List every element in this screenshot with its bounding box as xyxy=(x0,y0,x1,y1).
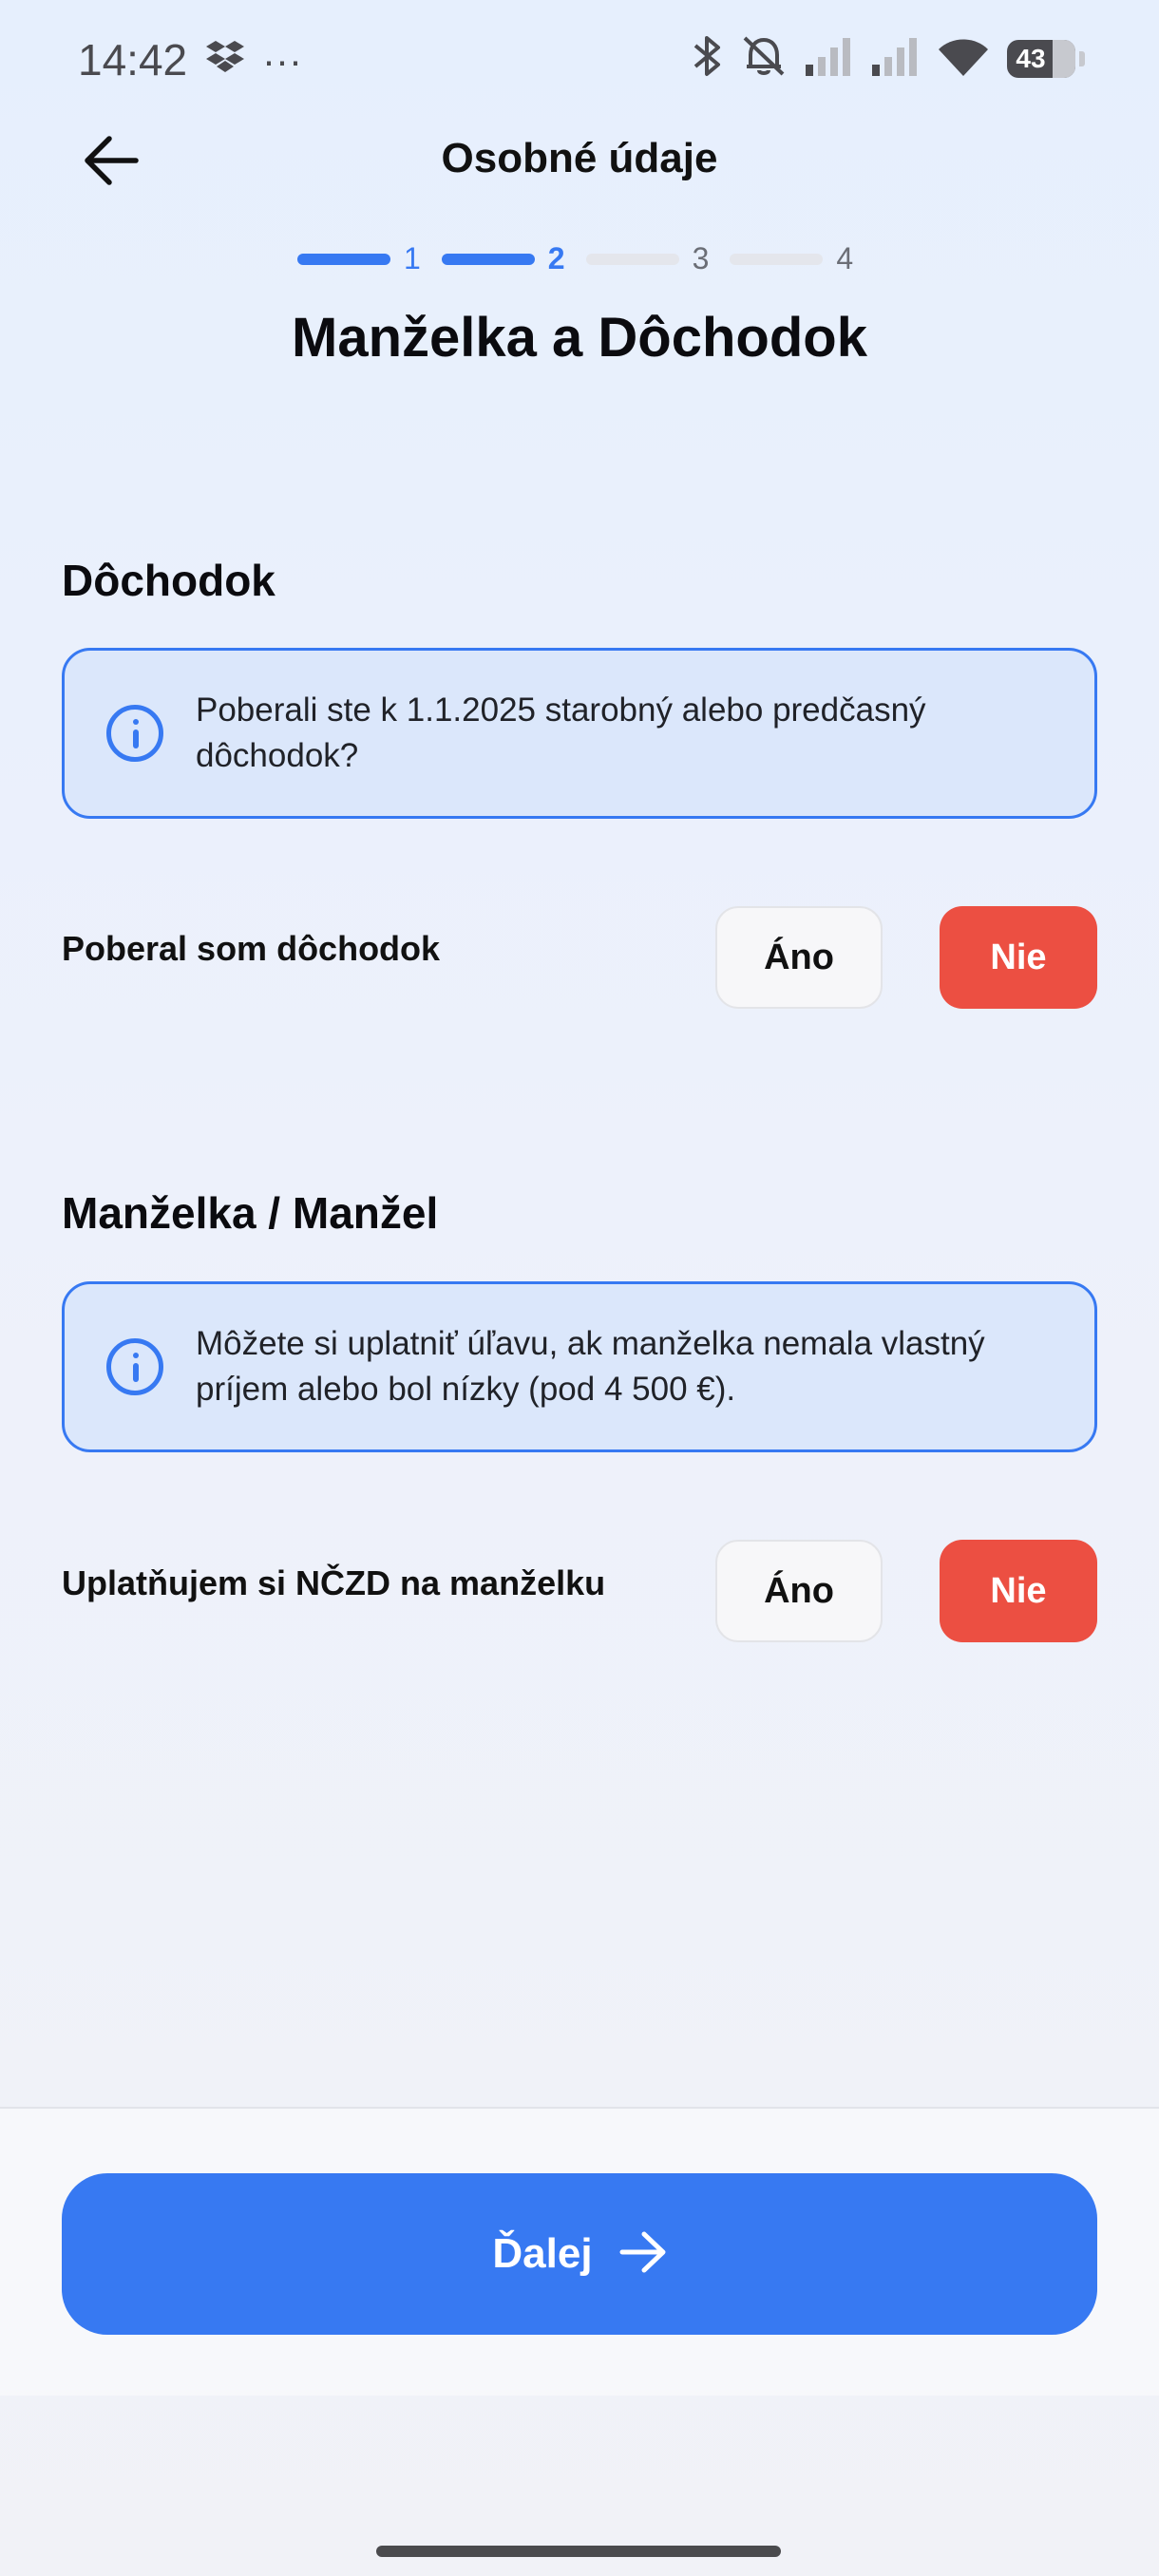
status-time: 14:42 xyxy=(78,35,188,85)
pension-question-label: Poberal som dôchodok xyxy=(62,929,441,968)
overflow-dots: ··· xyxy=(262,38,302,83)
bell-muted-icon xyxy=(741,34,787,83)
status-left-icons: ··· xyxy=(205,38,302,84)
progress-stepper: 1 2 3 4 xyxy=(297,241,874,276)
bluetooth-icon xyxy=(692,34,724,83)
main-heading: Manželka a Dôchodok xyxy=(292,307,867,369)
pension-info-box: Poberali ste k 1.1.2025 starobný alebo p… xyxy=(62,648,1097,819)
signal-icon xyxy=(804,36,853,81)
step-1: 1 xyxy=(297,241,421,276)
spouse-section-title: Manželka / Manžel xyxy=(62,1188,439,1238)
step-number: 2 xyxy=(547,241,565,275)
signal-icon xyxy=(870,36,920,81)
home-indicator[interactable] xyxy=(376,2546,781,2557)
spouse-question-label: Uplatňujem si NČZD na manželku xyxy=(62,1563,606,1602)
pension-no-button[interactable]: Nie xyxy=(940,906,1097,1009)
next-button-label: Ďalej xyxy=(492,2230,593,2277)
spouse-info-text: Môžete si uplatniť úľavu, ak manželka ne… xyxy=(196,1325,985,1408)
pension-info-text: Poberali ste k 1.1.2025 starobný alebo p… xyxy=(196,691,926,774)
info-icon xyxy=(106,705,163,762)
step-bar xyxy=(585,253,679,265)
status-right-icons: 43 xyxy=(692,34,1085,83)
battery-icon: 43 xyxy=(1007,39,1075,78)
step-bar xyxy=(730,253,824,265)
battery-level: 43 xyxy=(1016,43,1046,73)
step-bar xyxy=(297,253,390,265)
footer: Ďalej xyxy=(0,2107,1159,2396)
step-3: 3 xyxy=(585,241,710,276)
info-icon xyxy=(106,1338,163,1395)
step-number: 3 xyxy=(692,241,710,275)
dropbox-icon xyxy=(205,40,245,82)
spouse-yes-button[interactable]: Áno xyxy=(715,1540,883,1642)
arrow-right-icon xyxy=(619,2230,667,2279)
step-number: 1 xyxy=(404,241,421,275)
step-4: 4 xyxy=(730,241,853,276)
step-number: 4 xyxy=(836,241,854,275)
spouse-info-box: Môžete si uplatniť úľavu, ak manželka ne… xyxy=(62,1281,1097,1452)
next-button[interactable]: Ďalej xyxy=(62,2173,1097,2335)
status-bar: 14:42 ··· 43 xyxy=(0,0,1159,123)
battery-tip xyxy=(1079,50,1085,66)
wifi-icon xyxy=(937,36,990,81)
step-bar xyxy=(441,253,535,265)
spouse-no-button[interactable]: Nie xyxy=(940,1540,1097,1642)
step-2: 2 xyxy=(441,241,565,276)
page-title: Osobné údaje xyxy=(441,135,718,181)
pension-yes-button[interactable]: Áno xyxy=(715,906,883,1009)
pension-section-title: Dôchodok xyxy=(62,556,276,605)
